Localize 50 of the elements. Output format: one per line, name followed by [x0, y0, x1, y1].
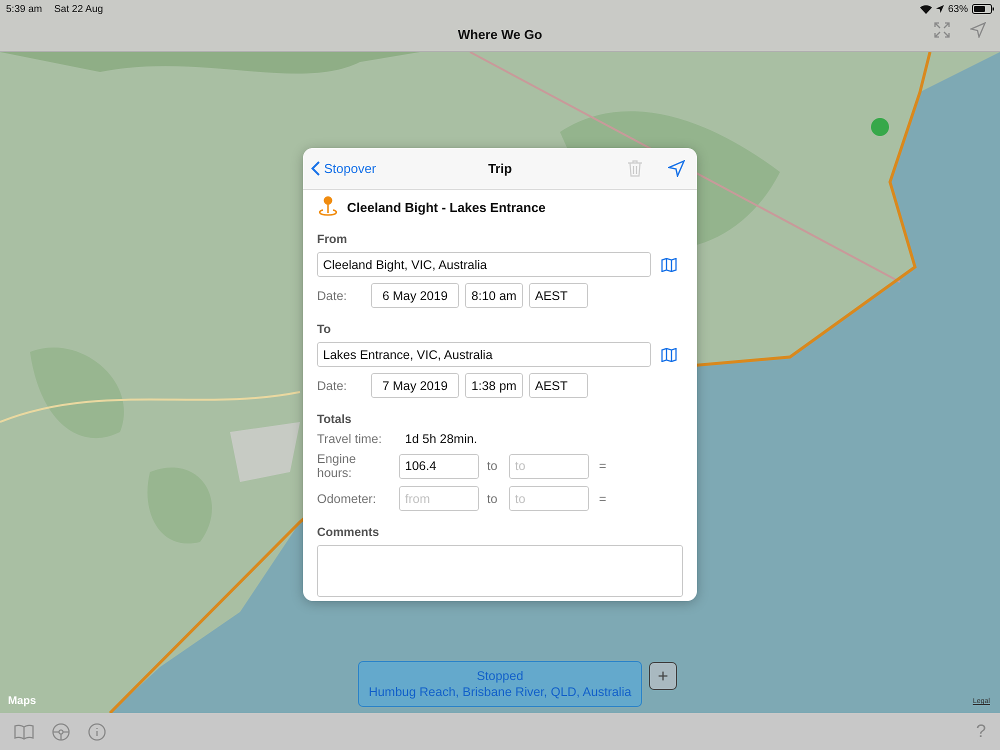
window-title: Where We Go	[458, 27, 542, 42]
steering-wheel-icon[interactable]	[52, 722, 70, 740]
from-field[interactable]: from	[399, 486, 479, 511]
info-icon[interactable]	[88, 722, 106, 740]
battery-icon	[972, 4, 994, 14]
to-field[interactable]: to	[509, 454, 589, 478]
to-field[interactable]: to	[509, 486, 589, 511]
time-field[interactable]: 1:38 pm	[465, 373, 523, 398]
map-icon[interactable]	[661, 258, 677, 272]
status-time: 5:39 am	[6, 4, 42, 14]
section-heading: Comments	[317, 525, 380, 539]
navigation-arrow-icon[interactable]	[970, 22, 986, 38]
equals-sign: =	[599, 459, 606, 473]
location-icon	[936, 5, 944, 13]
date-label: Date:	[317, 378, 348, 392]
comments-field[interactable]	[317, 545, 683, 597]
maps-attribution: Maps	[8, 695, 36, 707]
date-field[interactable]: 7 May 2019	[371, 373, 459, 398]
timezone-field[interactable]: AEST	[529, 283, 588, 308]
trip-name: Cleeland Bight - Lakes Entrance	[347, 200, 546, 214]
place-field[interactable]: Lakes Entrance, VIC, Australia	[317, 342, 651, 367]
total-label: Odometer:	[317, 492, 378, 506]
total-label: Engine hours:	[317, 452, 357, 480]
equals-sign: =	[599, 492, 606, 506]
add-button[interactable]: +	[649, 662, 677, 690]
to-label: to	[487, 459, 498, 473]
book-icon[interactable]	[14, 724, 34, 740]
place-field[interactable]: Cleeland Bight, VIC, Australia	[317, 252, 651, 277]
travel-time-label: Travel time:	[317, 432, 383, 446]
date-label: Date:	[317, 288, 348, 302]
section-heading: From	[317, 232, 348, 246]
expand-icon[interactable]	[934, 22, 950, 38]
trash-icon[interactable]	[628, 160, 642, 177]
travel-time-value: 1d 5h 28min.	[405, 432, 478, 446]
from-field[interactable]: 106.4	[399, 454, 479, 478]
map-icon[interactable]	[661, 348, 677, 362]
section-heading: To	[317, 322, 332, 336]
pin-icon	[317, 196, 339, 218]
section-heading: Totals	[317, 412, 352, 426]
date-field[interactable]: 6 May 2019	[371, 283, 459, 308]
time-field[interactable]: 8:10 am	[465, 283, 523, 308]
dialog-title: Trip	[488, 161, 512, 176]
to-label: to	[487, 492, 498, 506]
back-button[interactable]: Stopover	[311, 161, 376, 176]
wifi-icon	[920, 4, 932, 14]
chevron-left-icon	[311, 161, 320, 176]
battery-percentage: 63%	[948, 4, 968, 14]
timezone-field[interactable]: AEST	[529, 373, 588, 398]
navigation-arrow-icon[interactable]	[668, 160, 685, 177]
status-date: Sat 22 Aug	[54, 4, 104, 14]
